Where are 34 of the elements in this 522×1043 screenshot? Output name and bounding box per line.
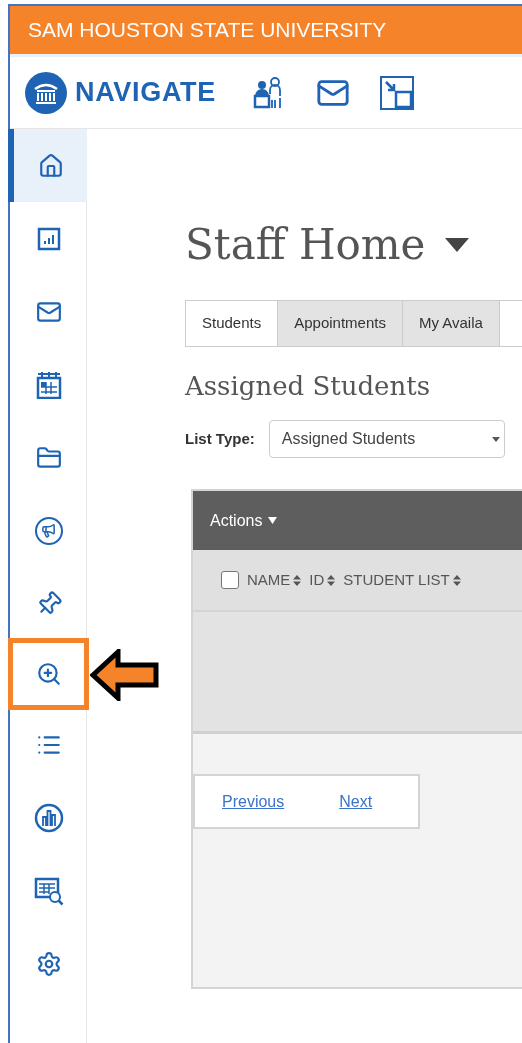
folder-icon — [35, 444, 62, 471]
logo-text: NAVIGATE — [75, 76, 216, 110]
sort-icon — [293, 574, 302, 586]
megaphone-icon — [34, 516, 63, 545]
calendar-icon — [35, 370, 62, 399]
pointer-arrow — [90, 649, 160, 701]
column-header[interactable]: NAME — [247, 568, 302, 592]
sort-icon — [327, 574, 336, 586]
tab[interactable]: Appointments — [278, 301, 403, 346]
caret-icon — [268, 517, 278, 524]
table-search-icon — [33, 875, 64, 906]
zoom-in-icon — [35, 661, 62, 687]
section-title: Assigned Students — [185, 370, 432, 403]
column-header[interactable]: ID — [309, 568, 336, 592]
caret-icon — [491, 436, 500, 442]
list-type-select[interactable]: Assigned Students — [268, 420, 505, 458]
caret-icon — [445, 237, 470, 252]
resize-icon[interactable] — [379, 75, 414, 110]
sort-icon — [452, 574, 461, 586]
bar-chart-icon — [33, 802, 64, 833]
previous-link[interactable]: Previous — [222, 789, 285, 814]
university-name: SAM HOUSTON STATE UNIVERSITY — [28, 17, 387, 44]
select-all-checkbox[interactable] — [221, 571, 239, 589]
tab[interactable]: My Availa — [402, 301, 500, 346]
chart-icon — [36, 226, 61, 251]
column-header[interactable]: STUDENT LIST — [343, 568, 461, 592]
sidebar-item[interactable] — [8, 129, 87, 202]
next-link[interactable]: Next — [339, 789, 373, 814]
settings-icon — [35, 950, 62, 977]
logo-icon — [25, 71, 67, 114]
page-title: Staff Home — [185, 219, 426, 271]
home-icon — [37, 152, 64, 179]
actions-menu[interactable]: Actions — [210, 508, 278, 533]
list-type-label: List Type: — [185, 428, 255, 449]
